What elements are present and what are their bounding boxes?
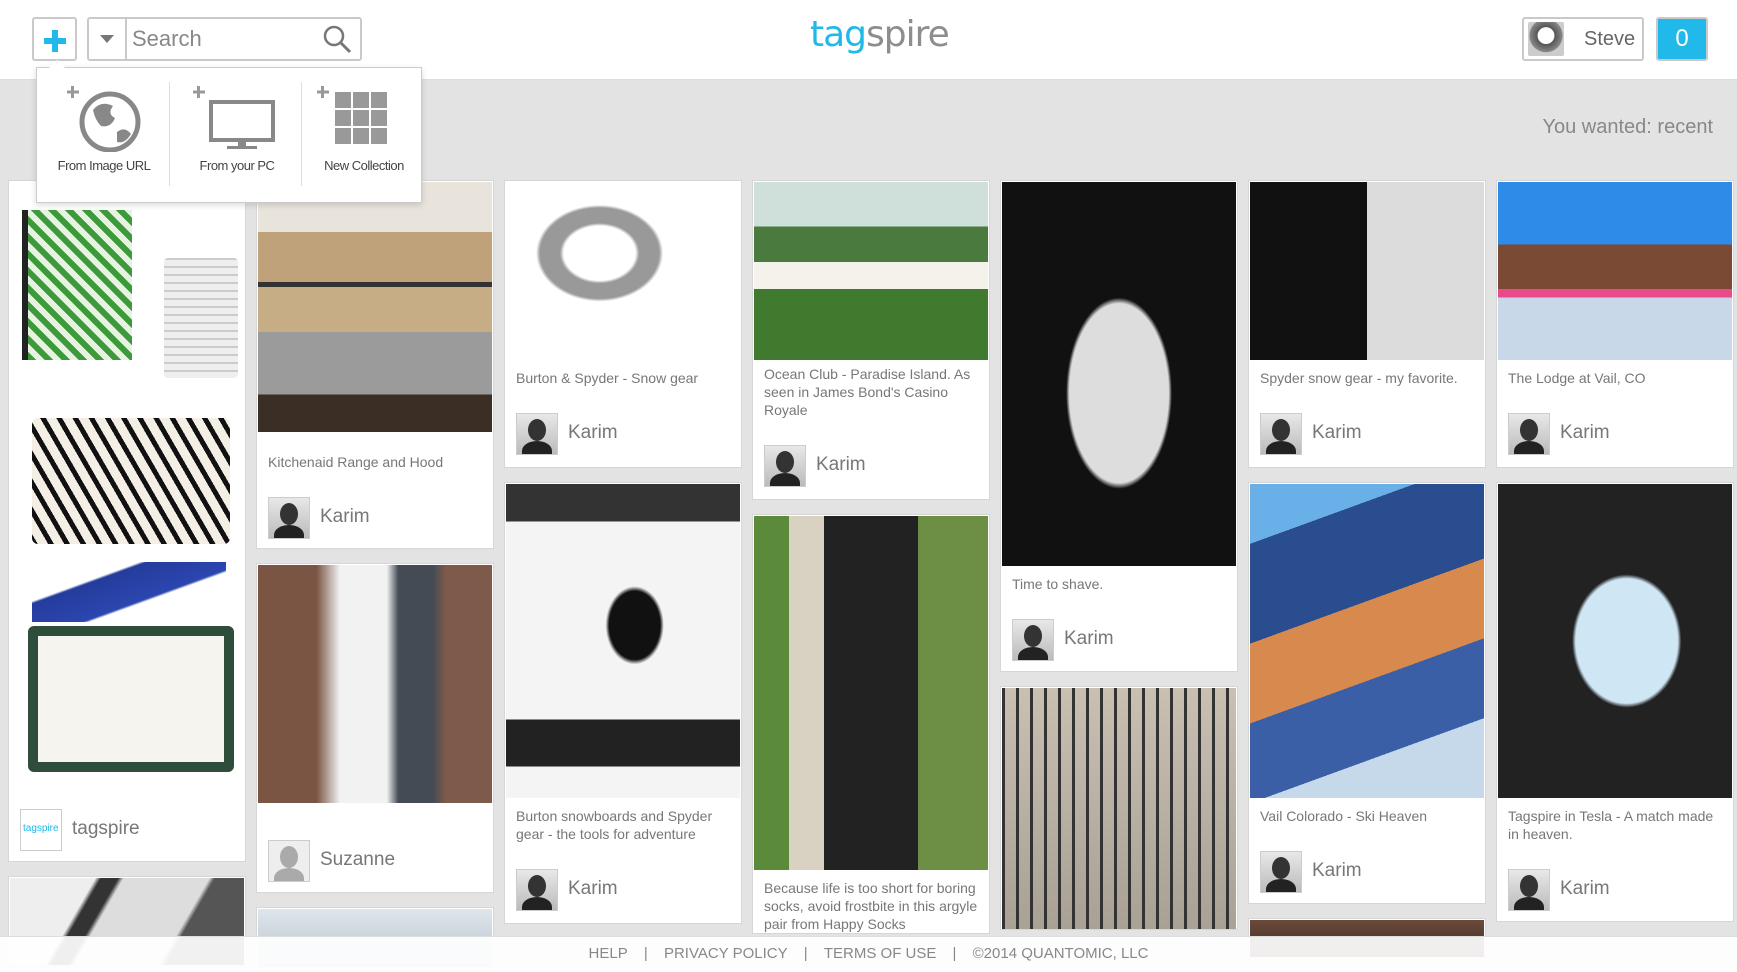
menu-divider (169, 82, 170, 186)
author-avatar: tagspire (20, 809, 62, 851)
pin-caption: Burton & Spyder - Snow gear (516, 370, 699, 386)
pin-caption: Spyder snow gear - my favorite. (1260, 370, 1458, 386)
pin-image (754, 182, 988, 360)
pin-image (1498, 484, 1732, 798)
author-avatar (1260, 413, 1302, 455)
tagspire-logo[interactable]: tagspire (810, 14, 950, 55)
author-name: Karim (816, 454, 866, 475)
author-name: Karim (568, 878, 618, 899)
pin-card[interactable]: Kitchenaid Range and Hood Karim (256, 180, 494, 549)
add-button[interactable] (32, 17, 77, 61)
author-avatar (516, 869, 558, 911)
pin-caption: Burton snowboards and Spyder gear - the … (516, 808, 713, 842)
grid-icon (317, 86, 387, 144)
notebook-image (22, 210, 132, 360)
pin-caption: Tagspire in Tesla - A match made in heav… (1508, 808, 1714, 842)
author-avatar (1260, 851, 1302, 893)
footer-privacy-link[interactable]: PRIVACY POLICY (664, 945, 788, 962)
author-avatar (764, 445, 806, 487)
pin-image (506, 484, 740, 798)
pin-caption: Ocean Club - Paradise Island. As seen in… (764, 366, 971, 418)
author-name: Karim (1560, 878, 1610, 899)
pouch-image (32, 418, 230, 544)
footer-separator: | (803, 945, 808, 962)
author-name: Karim (1312, 860, 1362, 881)
monitor-icon (193, 86, 275, 149)
user-name: Steve (1584, 28, 1636, 50)
pin-card[interactable] (1000, 686, 1238, 930)
pin-image (1002, 688, 1236, 929)
footer: HELP | PRIVACY POLICY | TERMS OF USE | ©… (0, 936, 1737, 972)
footer-terms-link[interactable]: TERMS OF USE (824, 945, 937, 962)
stapler-image (32, 562, 226, 622)
pin-card[interactable]: Spyder snow gear - my favorite. Karim (1248, 180, 1486, 468)
menu-divider (301, 82, 302, 186)
logo-spire: spire (866, 14, 950, 55)
author-avatar (1012, 619, 1054, 661)
pin-image (258, 565, 492, 803)
pin-card[interactable]: The Lodge at Vail, CO Karim (1496, 180, 1734, 468)
search-input[interactable] (132, 19, 312, 59)
footer-help-link[interactable]: HELP (589, 945, 628, 962)
filter-label: You wanted: recent (1542, 116, 1714, 138)
pin-card[interactable]: Ocean Club - Paradise Island. As seen in… (752, 180, 990, 500)
footer-separator: | (643, 945, 648, 962)
menu-item-from-image-url[interactable]: From Image URL (45, 68, 163, 204)
author-name: Karim (1064, 628, 1114, 649)
menu-item-label: New Collection (324, 158, 404, 173)
pin-card[interactable]: Suzanne (256, 563, 494, 893)
author-name: Karim (568, 422, 618, 443)
pin-image (1002, 182, 1236, 566)
footer-copyright: ©2014 QUANTOMIC, LLC (972, 945, 1149, 962)
pin-image (754, 516, 988, 870)
user-menu-button[interactable]: Steve (1522, 17, 1644, 61)
pin-image (1250, 484, 1484, 798)
pin-caption: Vail Colorado - Ski Heaven (1260, 808, 1428, 824)
menu-item-from-your-pc[interactable]: From your PC (175, 68, 299, 204)
menu-item-label: From your PC (199, 158, 275, 173)
globe-icon (67, 86, 141, 152)
menu-item-new-collection[interactable]: New Collection (307, 68, 421, 204)
author-name: tagspire (72, 818, 140, 839)
pin-caption: The Lodge at Vail, CO (1508, 370, 1646, 386)
cup-image (164, 258, 238, 378)
search-dropdown-button[interactable] (89, 19, 127, 59)
pin-card[interactable]: Vail Colorado - Ski Heaven Karim (1248, 482, 1486, 904)
pin-card[interactable]: Burton snowboards and Spyder gear - the … (504, 482, 742, 924)
footer-separator: | (952, 945, 957, 962)
author-avatar (1508, 869, 1550, 911)
pin-image (1250, 182, 1484, 360)
menu-item-label: From Image URL (57, 158, 151, 173)
pin-caption: Because life is too short for boring soc… (764, 880, 978, 932)
pin-caption: Time to shave. (1012, 576, 1104, 592)
author-avatar (516, 413, 558, 455)
pin-card[interactable]: Because life is too short for boring soc… (752, 514, 990, 934)
pin-card[interactable]: Time to shave. Karim (1000, 180, 1238, 672)
search-box (87, 17, 362, 61)
brand-mini-logo: tagspire (23, 823, 59, 834)
pin-image (1498, 182, 1732, 360)
author-avatar (268, 840, 310, 882)
logo-tag: tag (810, 14, 867, 55)
author-avatar (1508, 413, 1550, 455)
pin-image-collage (10, 182, 244, 782)
author-name: Karim (1560, 422, 1610, 443)
author-name: Karim (1312, 422, 1362, 443)
add-menu-popup: From Image URL From your PC New Collecti… (36, 60, 422, 204)
planner-image (28, 626, 234, 772)
pin-card[interactable]: Tagspire in Tesla - A match made in heav… (1496, 482, 1734, 922)
pin-image (258, 182, 492, 432)
author-avatar (268, 497, 310, 539)
author-name: Suzanne (320, 849, 396, 870)
user-avatar (1528, 22, 1564, 56)
pin-card[interactable]: tagspire tagspire (8, 180, 246, 862)
author-name: Karim (320, 506, 370, 527)
notifications-button[interactable]: 0 (1656, 17, 1708, 61)
search-icon[interactable] (322, 24, 352, 54)
pin-caption: Kitchenaid Range and Hood (268, 454, 444, 470)
pin-card[interactable]: Burton & Spyder - Snow gear Karim (504, 180, 742, 468)
pin-image (506, 182, 740, 360)
